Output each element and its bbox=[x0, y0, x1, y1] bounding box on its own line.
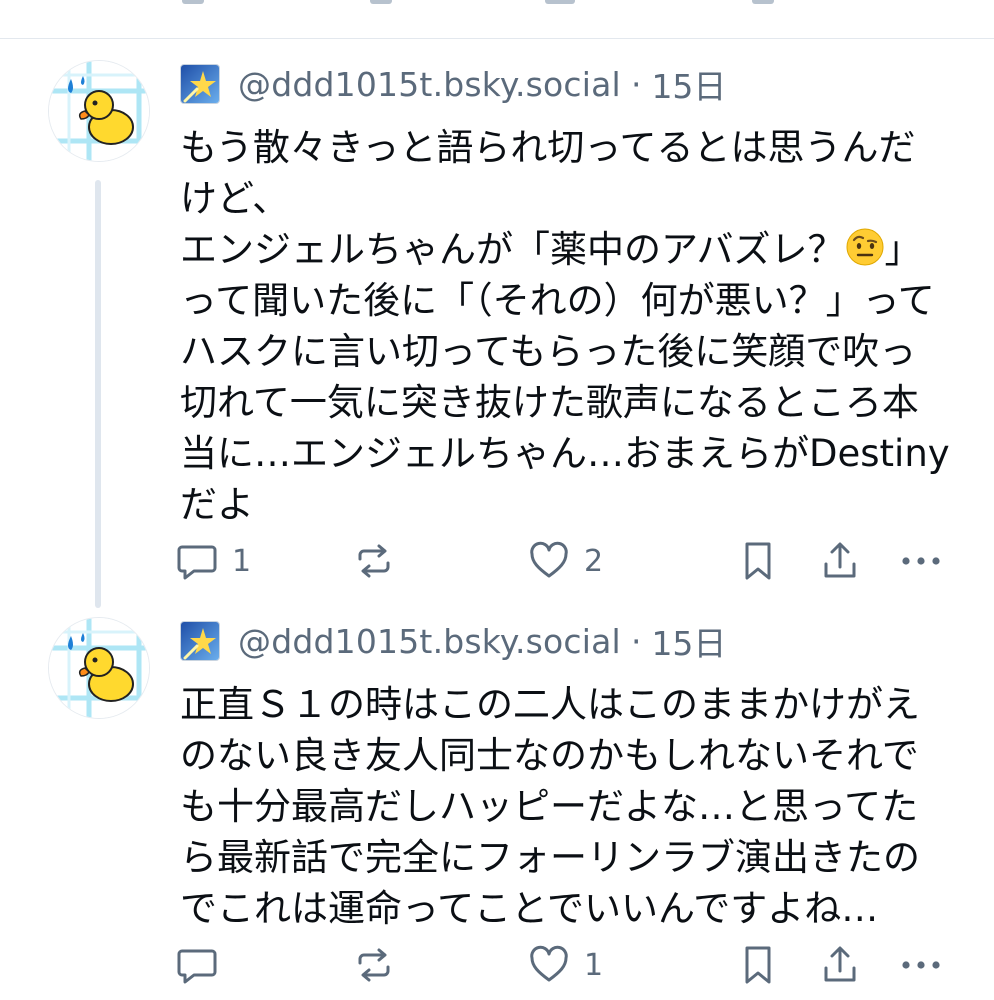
share-icon bbox=[824, 542, 856, 578]
post-text: もう散々きっと語られ切ってるとは思うんだけど、 エンジェルちゃんが「薬中のアバズ… bbox=[180, 122, 950, 530]
bookmark-button[interactable] bbox=[741, 538, 775, 584]
repost-button[interactable] bbox=[354, 538, 408, 584]
star-icon[interactable] bbox=[180, 64, 220, 104]
post-text: 正直Ｓ１の時はこの二人はこのままかけがえのない良き友人同士なのかもしれないそれで… bbox=[180, 683, 920, 930]
thread-connector bbox=[95, 180, 101, 608]
post-timestamp[interactable]: 15日 bbox=[651, 617, 726, 665]
author-handle[interactable]: @ddd1015t.bsky.social bbox=[238, 622, 621, 661]
share-button[interactable] bbox=[820, 538, 860, 584]
reply-icon bbox=[177, 949, 217, 984]
like-button[interactable]: 2 bbox=[528, 538, 603, 584]
more-options-button[interactable] bbox=[900, 538, 942, 584]
previous-post-bottom bbox=[0, 0, 994, 39]
raised-eyebrow-emoji-icon bbox=[845, 227, 885, 267]
post-timestamp[interactable]: 15日 bbox=[651, 60, 726, 108]
post-actions: 1 bbox=[176, 942, 956, 988]
bookmark-icon bbox=[745, 542, 771, 580]
feed: @ddd1015t.bsky.social · 15日 もう散々きっと語られ切っ… bbox=[0, 0, 994, 1000]
more-options-button[interactable] bbox=[900, 942, 942, 988]
star-icon[interactable] bbox=[180, 621, 220, 661]
previous-action-icon bbox=[752, 0, 774, 4]
avatar[interactable] bbox=[48, 617, 150, 719]
reply-icon bbox=[177, 545, 217, 580]
bookmark-icon bbox=[745, 946, 771, 984]
like-count: 2 bbox=[584, 543, 604, 579]
heart-icon bbox=[530, 541, 568, 578]
author-handle[interactable]: @ddd1015t.bsky.social bbox=[238, 65, 621, 104]
meta-separator: · bbox=[630, 621, 642, 661]
ellipsis-icon bbox=[902, 961, 940, 969]
post-actions: 1 2 bbox=[176, 538, 956, 584]
share-icon bbox=[824, 946, 856, 982]
post-text-part: 」って聞いた後に「（それの）何が悪い？」ってハスクに言い切ってもらった後に笑顔で… bbox=[180, 228, 950, 526]
reply-count: 1 bbox=[232, 543, 252, 579]
post-text-part: もう散々きっと語られ切ってるとは思うんだけど、 エンジェルちゃんが「薬中のアバズ… bbox=[180, 126, 916, 271]
ellipsis-icon bbox=[902, 557, 940, 565]
like-count: 1 bbox=[584, 947, 604, 983]
previous-action-icon bbox=[545, 0, 575, 4]
heart-icon bbox=[530, 945, 568, 982]
meta-separator: · bbox=[630, 64, 642, 104]
avatar[interactable] bbox=[48, 60, 150, 162]
reply-button[interactable] bbox=[176, 942, 232, 988]
post-meta: @ddd1015t.bsky.social · 15日 bbox=[180, 64, 726, 106]
repost-icon bbox=[358, 948, 390, 982]
reply-button[interactable]: 1 bbox=[176, 538, 251, 584]
repost-icon bbox=[358, 544, 390, 578]
repost-button[interactable] bbox=[354, 942, 408, 988]
previous-action-icon bbox=[182, 0, 204, 4]
like-button[interactable]: 1 bbox=[528, 942, 603, 988]
post-meta: @ddd1015t.bsky.social · 15日 bbox=[180, 621, 726, 663]
previous-action-icon bbox=[370, 0, 392, 4]
bookmark-button[interactable] bbox=[741, 942, 775, 988]
share-button[interactable] bbox=[820, 942, 860, 988]
